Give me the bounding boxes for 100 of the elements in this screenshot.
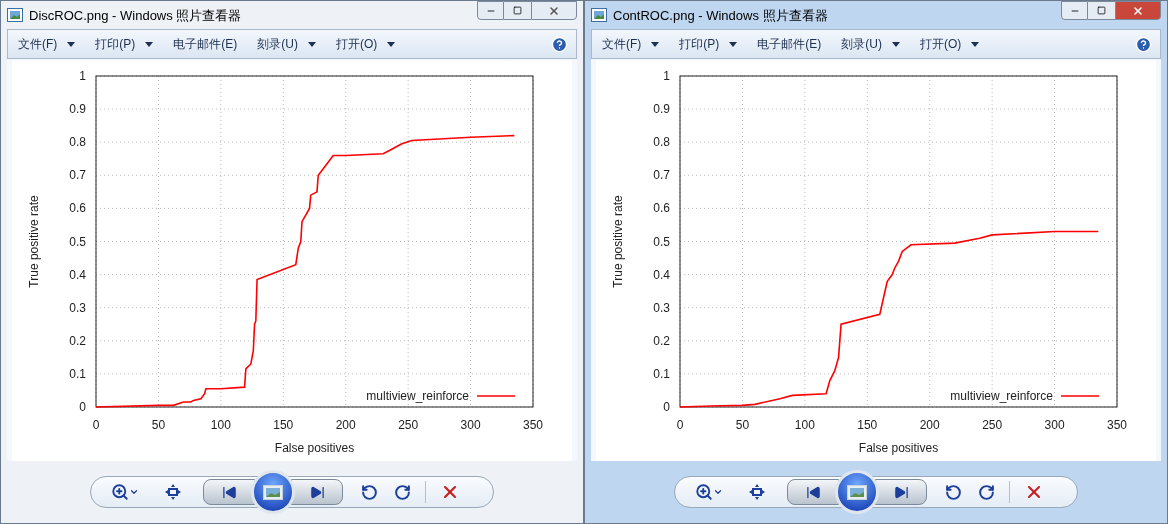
y-tick-label: 0.5 — [653, 234, 670, 249]
next-button[interactable] — [875, 479, 927, 505]
x-tick-label: 250 — [398, 418, 419, 432]
x-tick-label: 150 — [857, 418, 878, 432]
fit-window-icon[interactable] — [749, 484, 765, 500]
skip-back-icon — [221, 484, 237, 500]
y-axis-title: True positive rate — [611, 195, 625, 288]
x-tick-label: 350 — [523, 418, 543, 432]
slideshow-button[interactable] — [251, 470, 295, 514]
rotate-right-icon — [978, 483, 995, 501]
menu-item[interactable]: 电子邮件(E) — [171, 35, 240, 53]
menu-item[interactable]: 文件(F) — [16, 35, 78, 53]
menu-item[interactable]: 打开(O) — [334, 35, 398, 53]
photo-app-icon — [7, 8, 23, 22]
rotate-right-button[interactable] — [978, 483, 995, 501]
y-tick-label: 0.2 — [69, 333, 86, 348]
previous-button[interactable] — [787, 479, 839, 505]
x-tick-label: 350 — [1107, 418, 1127, 432]
maximize-button[interactable] — [1088, 1, 1115, 20]
y-axis-title: True positive rate — [27, 195, 41, 288]
legend-label: multiview_reinforce — [950, 389, 1053, 403]
menu-item[interactable]: 打开(O) — [918, 35, 982, 53]
caret-icon — [713, 487, 723, 497]
y-tick-label: 0.4 — [69, 267, 86, 282]
y-tick-label: 0.3 — [653, 300, 670, 315]
y-tick-label: 0.8 — [653, 135, 670, 150]
menu-item[interactable]: 刻录(U) — [255, 35, 318, 53]
close-icon — [548, 4, 560, 17]
y-tick-label: 0 — [79, 400, 86, 414]
zoom-in-icon — [695, 483, 713, 501]
x-tick-label: 0 — [676, 418, 684, 432]
menu-item[interactable]: 文件(F) — [600, 35, 662, 53]
y-tick-label: 0.3 — [69, 300, 86, 315]
legend-line — [476, 395, 516, 397]
x-tick-label: 50 — [735, 418, 750, 432]
x-tick-label: 0 — [92, 418, 100, 432]
x-tick-label: 200 — [919, 418, 940, 432]
y-tick-label: 1 — [79, 69, 86, 83]
skip-back-icon — [805, 484, 821, 500]
x-tick-label: 100 — [210, 418, 231, 432]
x-tick-label: 200 — [335, 418, 356, 432]
photo-app-icon — [591, 8, 607, 22]
maximize-button[interactable] — [504, 1, 531, 20]
close-button[interactable] — [1115, 1, 1161, 20]
fit-window-icon[interactable] — [165, 484, 181, 500]
zoom-in-icon — [111, 483, 129, 501]
legend-line — [1060, 395, 1100, 397]
previous-button[interactable] — [203, 479, 255, 505]
help-icon[interactable] — [1135, 35, 1152, 53]
maximize-icon — [1097, 6, 1106, 15]
close-icon — [1132, 4, 1144, 17]
y-tick-label: 0 — [663, 400, 670, 414]
y-tick-label: 0.6 — [653, 201, 670, 216]
x-tick-label: 50 — [151, 418, 166, 432]
y-tick-label: 0.7 — [69, 168, 86, 183]
rotate-left-icon — [361, 483, 378, 501]
picture-icon — [263, 484, 283, 500]
legend-label: multiview_reinforce — [366, 389, 469, 403]
x-tick-label: 250 — [982, 418, 1003, 432]
window-title: ContROC.png - Windows 照片查看器 — [613, 7, 828, 25]
picture-icon — [847, 484, 867, 500]
x-tick-label: 100 — [794, 418, 815, 432]
slideshow-button[interactable] — [835, 470, 879, 514]
rotate-right-button[interactable] — [394, 483, 411, 501]
help-icon[interactable] — [551, 35, 568, 53]
rotate-left-button[interactable] — [361, 483, 378, 501]
rotate-left-button[interactable] — [945, 483, 962, 501]
x-tick-label: 300 — [1044, 418, 1065, 432]
x-axis-title: False positives — [858, 441, 939, 455]
window-title: DiscROC.png - Windows 照片查看器 — [29, 7, 242, 25]
menu-item[interactable]: 打印(P) — [677, 35, 740, 53]
y-tick-label: 0.5 — [69, 234, 86, 249]
x-tick-label: 300 — [460, 418, 481, 432]
y-tick-label: 1 — [663, 69, 670, 83]
x-tick-label: 150 — [273, 418, 294, 432]
rotate-left-icon — [945, 483, 962, 501]
y-tick-label: 0.1 — [69, 366, 86, 381]
next-button[interactable] — [291, 479, 343, 505]
rotate-right-icon — [394, 483, 411, 501]
y-tick-label: 0.9 — [69, 102, 86, 117]
y-tick-label: 0.7 — [653, 168, 670, 183]
menu-item[interactable]: 刻录(U) — [839, 35, 902, 53]
y-tick-label: 0.2 — [653, 333, 670, 348]
menu-item[interactable]: 电子邮件(E) — [755, 35, 824, 53]
menu-item[interactable]: 打印(P) — [93, 35, 156, 53]
caret-icon — [129, 487, 139, 497]
y-tick-label: 0.4 — [653, 267, 670, 282]
skip-forward-icon — [309, 484, 325, 500]
skip-forward-icon — [893, 484, 909, 500]
minimize-button[interactable] — [477, 1, 504, 20]
y-tick-label: 0.1 — [653, 366, 670, 381]
zoom-button[interactable] — [111, 483, 139, 501]
y-tick-label: 0.9 — [653, 102, 670, 117]
y-tick-label: 0.8 — [69, 135, 86, 150]
x-axis-title: False positives — [274, 441, 355, 455]
close-button[interactable] — [531, 1, 577, 20]
zoom-button[interactable] — [695, 483, 723, 501]
maximize-icon — [513, 6, 522, 15]
minimize-button[interactable] — [1061, 1, 1088, 20]
y-tick-label: 0.6 — [69, 201, 86, 216]
